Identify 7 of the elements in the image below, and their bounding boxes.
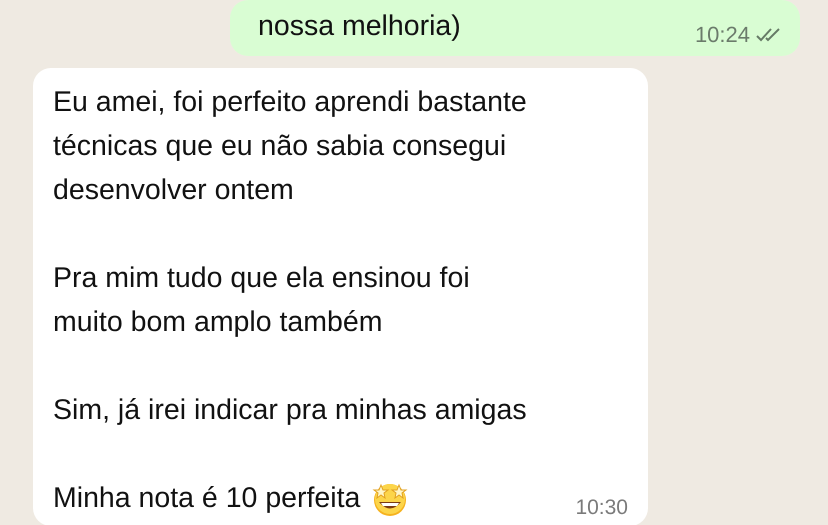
message-text: Pra mim tudo que ela ensinou foi muito bom amplo também [53,261,471,340]
message-time: 10:30 [575,496,628,519]
message-text: Minha nota é 10 perfeita [53,481,360,516]
message-text: nossa melhoria) [258,9,461,44]
message-time: 10:24 [694,22,750,48]
message-text: Eu amei, foi perfeito aprendi bastante técnicas que eu não sabia consegui desenvolver ontem [53,85,528,208]
message-text: Sim, já irei indicar pra minhas amigas [53,393,528,428]
